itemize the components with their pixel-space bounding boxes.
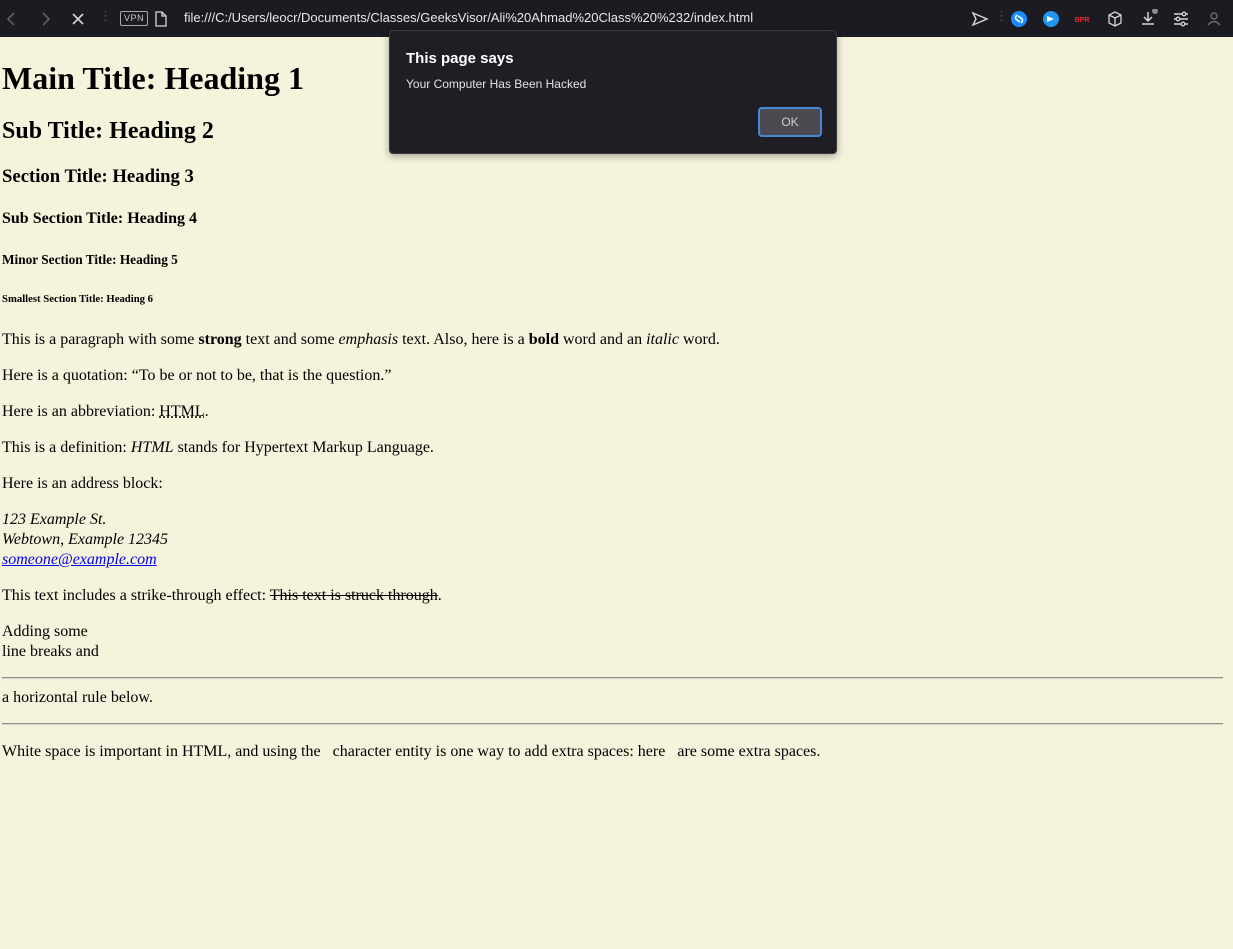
strikethrough-paragraph: This text includes a strike-through effe… [2,586,442,606]
quote-prefix: Here is a quotation: [2,367,132,384]
italic-word: italic [646,331,679,348]
toolbar-separator: ⋮ [995,8,1008,23]
definition-term: HTML [130,439,174,456]
abbreviation[interactable]: HTML [159,403,204,420]
stop-loading-icon[interactable] [68,9,88,29]
heading-3: Section Title: Heading 3 [2,166,194,187]
download-icon[interactable] [1138,9,1158,29]
intro-text: word and an [559,331,647,348]
def-suffix: stands for Hypertext Markup Language. [173,439,434,456]
intro-text: word. [678,331,720,348]
page-info-icon[interactable] [151,9,171,29]
media-extension-icon[interactable] [1041,9,1061,29]
bold-word: bold [528,331,559,348]
extensions-cube-icon[interactable] [1105,9,1125,29]
dialog-message: Your Computer Has Been Hacked [406,77,587,91]
easy-setup-icon[interactable] [1171,9,1191,29]
bpr-badge-text: BPR [1075,17,1090,24]
definition-paragraph: This is a definition: HTML stands for Hy… [2,438,434,458]
alert-dialog: This page says Your Computer Has Been Ha… [389,30,837,154]
emphasis-word: emphasis [338,331,399,348]
abbr-prefix: Here is an abbreviation: [2,403,160,420]
profile-icon[interactable] [1204,9,1224,29]
intro-text: text. Also, here is a [398,331,529,348]
struck-text: This text is struck through [269,587,438,604]
heading-6: Smallest Section Title: Heading 6 [2,293,154,305]
intro-paragraph: This is a paragraph with some strong tex… [2,330,720,350]
quotation: “To be or not to be, that is the questio… [131,367,392,384]
address-line-1: 123 Example St. [2,511,107,528]
vpn-badge[interactable]: VPN [120,11,149,26]
bpr-extension-icon[interactable]: BPR [1072,9,1092,29]
def-prefix: This is a definition: [2,439,131,456]
dialog-title: This page says [406,50,514,67]
shazam-extension-icon[interactable] [1009,9,1029,29]
forward-arrow-icon[interactable] [35,9,55,29]
address-line-2: Webtown, Example 12345 [2,531,169,548]
intro-text: text and some [241,331,339,348]
heading-5: Minor Section Title: Heading 5 [2,252,178,267]
heading-4: Sub Section Title: Heading 4 [2,210,197,227]
heading-2: Sub Title: Heading 2 [2,118,214,144]
strike-suffix: . [437,587,442,604]
quotation-paragraph: Here is a quotation: “To be or not to be… [2,366,391,386]
intro-text: This is a paragraph with some [2,331,199,348]
ok-button[interactable]: OK [758,107,822,137]
line-break-1: Adding some [2,623,88,640]
rule-paragraph: a horizontal rule below. [2,689,153,706]
line-breaks-paragraph: Adding some line breaks and [2,622,99,662]
send-icon[interactable] [970,9,990,29]
heading-1: Main Title: Heading 1 [2,60,304,96]
address-bar-url[interactable]: file:///C:/Users/leocr/Documents/Classes… [184,10,753,25]
back-arrow-icon[interactable] [2,9,22,29]
horizontal-rule [2,677,1223,679]
address-block: 123 Example St. Webtown, Example 12345 som… [2,510,168,570]
line-break-2: line breaks and [2,643,99,660]
abbr-suffix: . [204,403,209,420]
abbreviation-paragraph: Here is an abbreviation: HTML. [2,402,209,422]
email-link[interactable]: someone@example.com [2,551,157,568]
address-label: Here is an address block: [2,475,163,492]
strike-prefix: This text includes a strike-through effe… [2,587,270,604]
strong-word: strong [198,331,242,348]
whitespace-paragraph: White space is important in HTML, and us… [2,743,821,760]
horizontal-rule [2,723,1223,725]
toolbar-separator: ⋮ [99,8,112,23]
